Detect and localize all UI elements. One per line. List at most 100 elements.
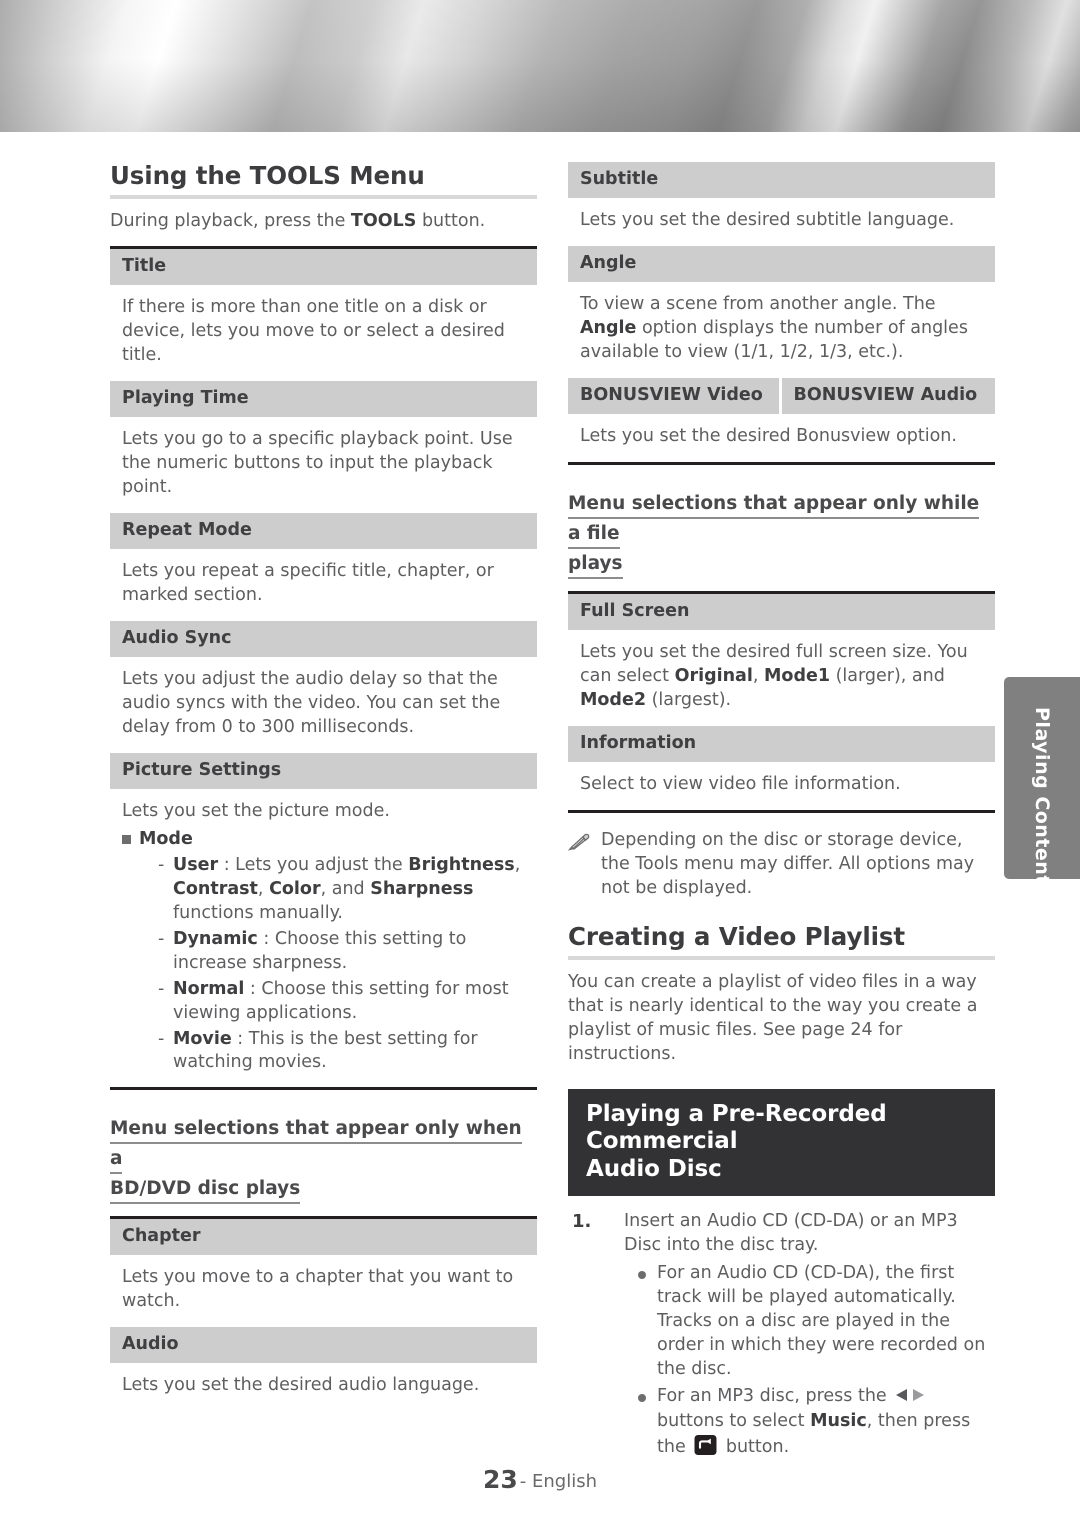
playlist-section-title: Creating a Video Playlist [568,921,906,951]
option-body-subtitle: Lets you set the desired subtitle langua… [580,210,955,230]
option-header-bonusview: BONUSVIEW Video BONUSVIEW Audio [568,377,995,414]
picture-mode-user-b1: Brightness [408,854,515,875]
banner-overlay [0,0,1080,132]
option-body-angle: To view a scene from another angle. The … [568,282,995,378]
option-header-repeat-mode: Repeat Mode [110,512,537,549]
manual-page: Using the TOOLS Menu During playback, pr… [0,132,1080,1532]
option-body-information: Select to view video file information. [580,773,901,794]
full-screen-b3: Mode2 [580,689,647,710]
full-screen-b2: Mode1 [764,665,831,686]
option-header-angle: Angle [568,245,995,282]
step-text-1: Insert an Audio CD (CD-DA) or an MP3 Dis… [624,1211,958,1256]
angle-b1: Angle [580,317,637,338]
picture-mode-user-name: User [173,854,219,875]
picture-mode-dynamic-name: Dynamic [173,928,258,949]
option-header-audio: Audio [110,1327,537,1364]
picture-mode-user-t3: , [257,878,270,899]
enter-button-icon [694,1434,717,1464]
step-item-1: 1. Insert an Audio CD (CD-DA) or an MP3 … [568,1210,995,1464]
footer-language: - English [519,1471,597,1492]
mp3-t4: button. [720,1437,790,1458]
option-body-chapter: Lets you move to a chapter that you want… [122,1267,514,1312]
page-title: Using the TOOLS Menu [110,161,425,190]
picture-mode-movie: Movie : This is the best setting for wat… [156,1028,535,1076]
left-right-arrow-buttons-icon [894,1386,926,1410]
right-column: Subtitle Lets you set the desired subtit… [567,162,995,1470]
picture-mode-user-t1: Lets you adjust the [235,854,409,875]
picture-mode-normal-sep: : [244,978,262,999]
option-body-audio: Lets you set the desired audio language. [122,1375,480,1396]
page-footer: 23- English [0,1465,1080,1494]
full-screen-b1: Original [674,665,753,686]
bd-dvd-subsection-line1: Menu selections that appear only when a [110,1114,537,1175]
file-plays-subsection-heading: Menu selections that appear only while a… [568,489,995,579]
tools-intro-after: button. [416,211,486,232]
audio-disc-heading-line2: Audio Disc [586,1155,722,1182]
full-screen-t4: (largest). [646,689,732,710]
picture-mode-label-row: Mode [122,828,535,852]
playlist-body-text: You can create a playlist of video files… [568,971,978,1064]
option-header-information: Information [568,725,995,762]
option-body-bonusview: Lets you set the desired Bonusview optio… [580,425,957,446]
option-header-chapter: Chapter [110,1219,537,1256]
option-header-audio-sync: Audio Sync [110,620,537,657]
option-header-playing-time: Playing Time [110,381,537,418]
tools-intro-before: During playback, press the [110,211,351,232]
audio-disc-steps-list: 1. Insert an Audio CD (CD-DA) or an MP3 … [568,1210,995,1464]
option-header-picture-settings: Picture Settings [110,752,537,789]
picture-mode-user: User : Lets you adjust the Brightness, C… [156,854,535,926]
picture-mode-user-sep: : [218,854,236,875]
picture-mode-movie-name: Movie [173,1028,232,1049]
tools-intro-paragraph: During playback, press the TOOLS button. [110,210,537,234]
option-body-picture-settings: Lets you set the picture mode. Mode User… [110,789,537,1088]
option-header-full-screen: Full Screen [568,593,995,630]
side-tab-playing-content: Playing Content [1004,677,1080,885]
picture-mode-label: Mode [139,828,193,849]
picture-mode-dynamic-sep: : [257,928,275,949]
picture-mode-normal-name: Normal [173,978,245,999]
option-header-title: Title [110,249,537,286]
pencil-icon [567,829,592,901]
option-body-full-screen: Lets you set the desired full screen siz… [568,630,995,726]
square-bullet-icon [122,834,131,844]
full-screen-t3: (larger), and [830,665,945,686]
title-underline [110,195,537,200]
picture-mode-user-b4: Sharpness [370,878,474,899]
side-tab-label: Playing Content [1031,707,1053,885]
mp3-music-label: Music [810,1411,867,1432]
audio-disc-section-heading: Playing a Pre-Recorded Commercial Audio … [568,1088,995,1197]
option-body-audio-sync: Lets you adjust the audio delay so that … [122,668,501,737]
picture-mode-list: User : Lets you adjust the Brightness, C… [122,854,535,1076]
playlist-title-underline [568,955,995,960]
mp3-t1: For an MP3 disc, press the [657,1386,893,1407]
footer-page-number: 23 [482,1465,518,1494]
option-header-bonusview-video: BONUSVIEW Video [568,377,782,414]
file-plays-subsection-line2: plays [568,549,995,579]
step-1-bullets: For an Audio CD (CD-DA), the first track… [624,1262,995,1464]
angle-t2: option displays the number of angles ava… [580,317,968,362]
audio-disc-heading-line1: Playing a Pre-Recorded Commercial [586,1100,887,1155]
option-body-title: If there is more than one title on a dis… [122,297,505,366]
tools-button-label: TOOLS [350,211,417,232]
left-column: Using the TOOLS Menu During playback, pr… [110,161,537,1411]
step-1-bullet-mp3: For an MP3 disc, press the buttons to se… [638,1385,995,1464]
option-body-repeat-mode: Lets you repeat a specific title, chapte… [122,560,494,605]
angle-t1: To view a scene from another angle. The [580,293,936,314]
picture-mode-user-b3: Color [269,878,321,899]
note-block: Depending on the disc or storage device,… [567,829,995,901]
bd-dvd-options-table: Chapter Lets you move to a chapter that … [110,1216,537,1411]
picture-mode-normal: Normal : Choose this setting for most vi… [156,978,535,1026]
file-plays-subsection-line1: Menu selections that appear only while a… [568,489,995,549]
bd-dvd-subsection-line2: BD/DVD disc plays [110,1174,537,1205]
option-header-subtitle: Subtitle [568,162,995,198]
picture-settings-intro: Lets you set the picture mode. [122,800,390,821]
picture-mode-user-b2: Contrast [173,878,258,899]
picture-mode-user-t5: functions manually. [173,902,343,923]
picture-mode-movie-sep: : [231,1028,249,1049]
bd-dvd-options-table-continued: Subtitle Lets you set the desired subtit… [568,162,995,465]
bd-dvd-subsection-heading: Menu selections that appear only when a … [110,1114,537,1205]
mp3-t2: buttons to select [657,1411,811,1432]
note-text: Depending on the disc or storage device,… [601,829,975,898]
tools-options-table: Title If there is more than one title on… [110,246,537,1091]
header-banner-image [0,0,1080,132]
